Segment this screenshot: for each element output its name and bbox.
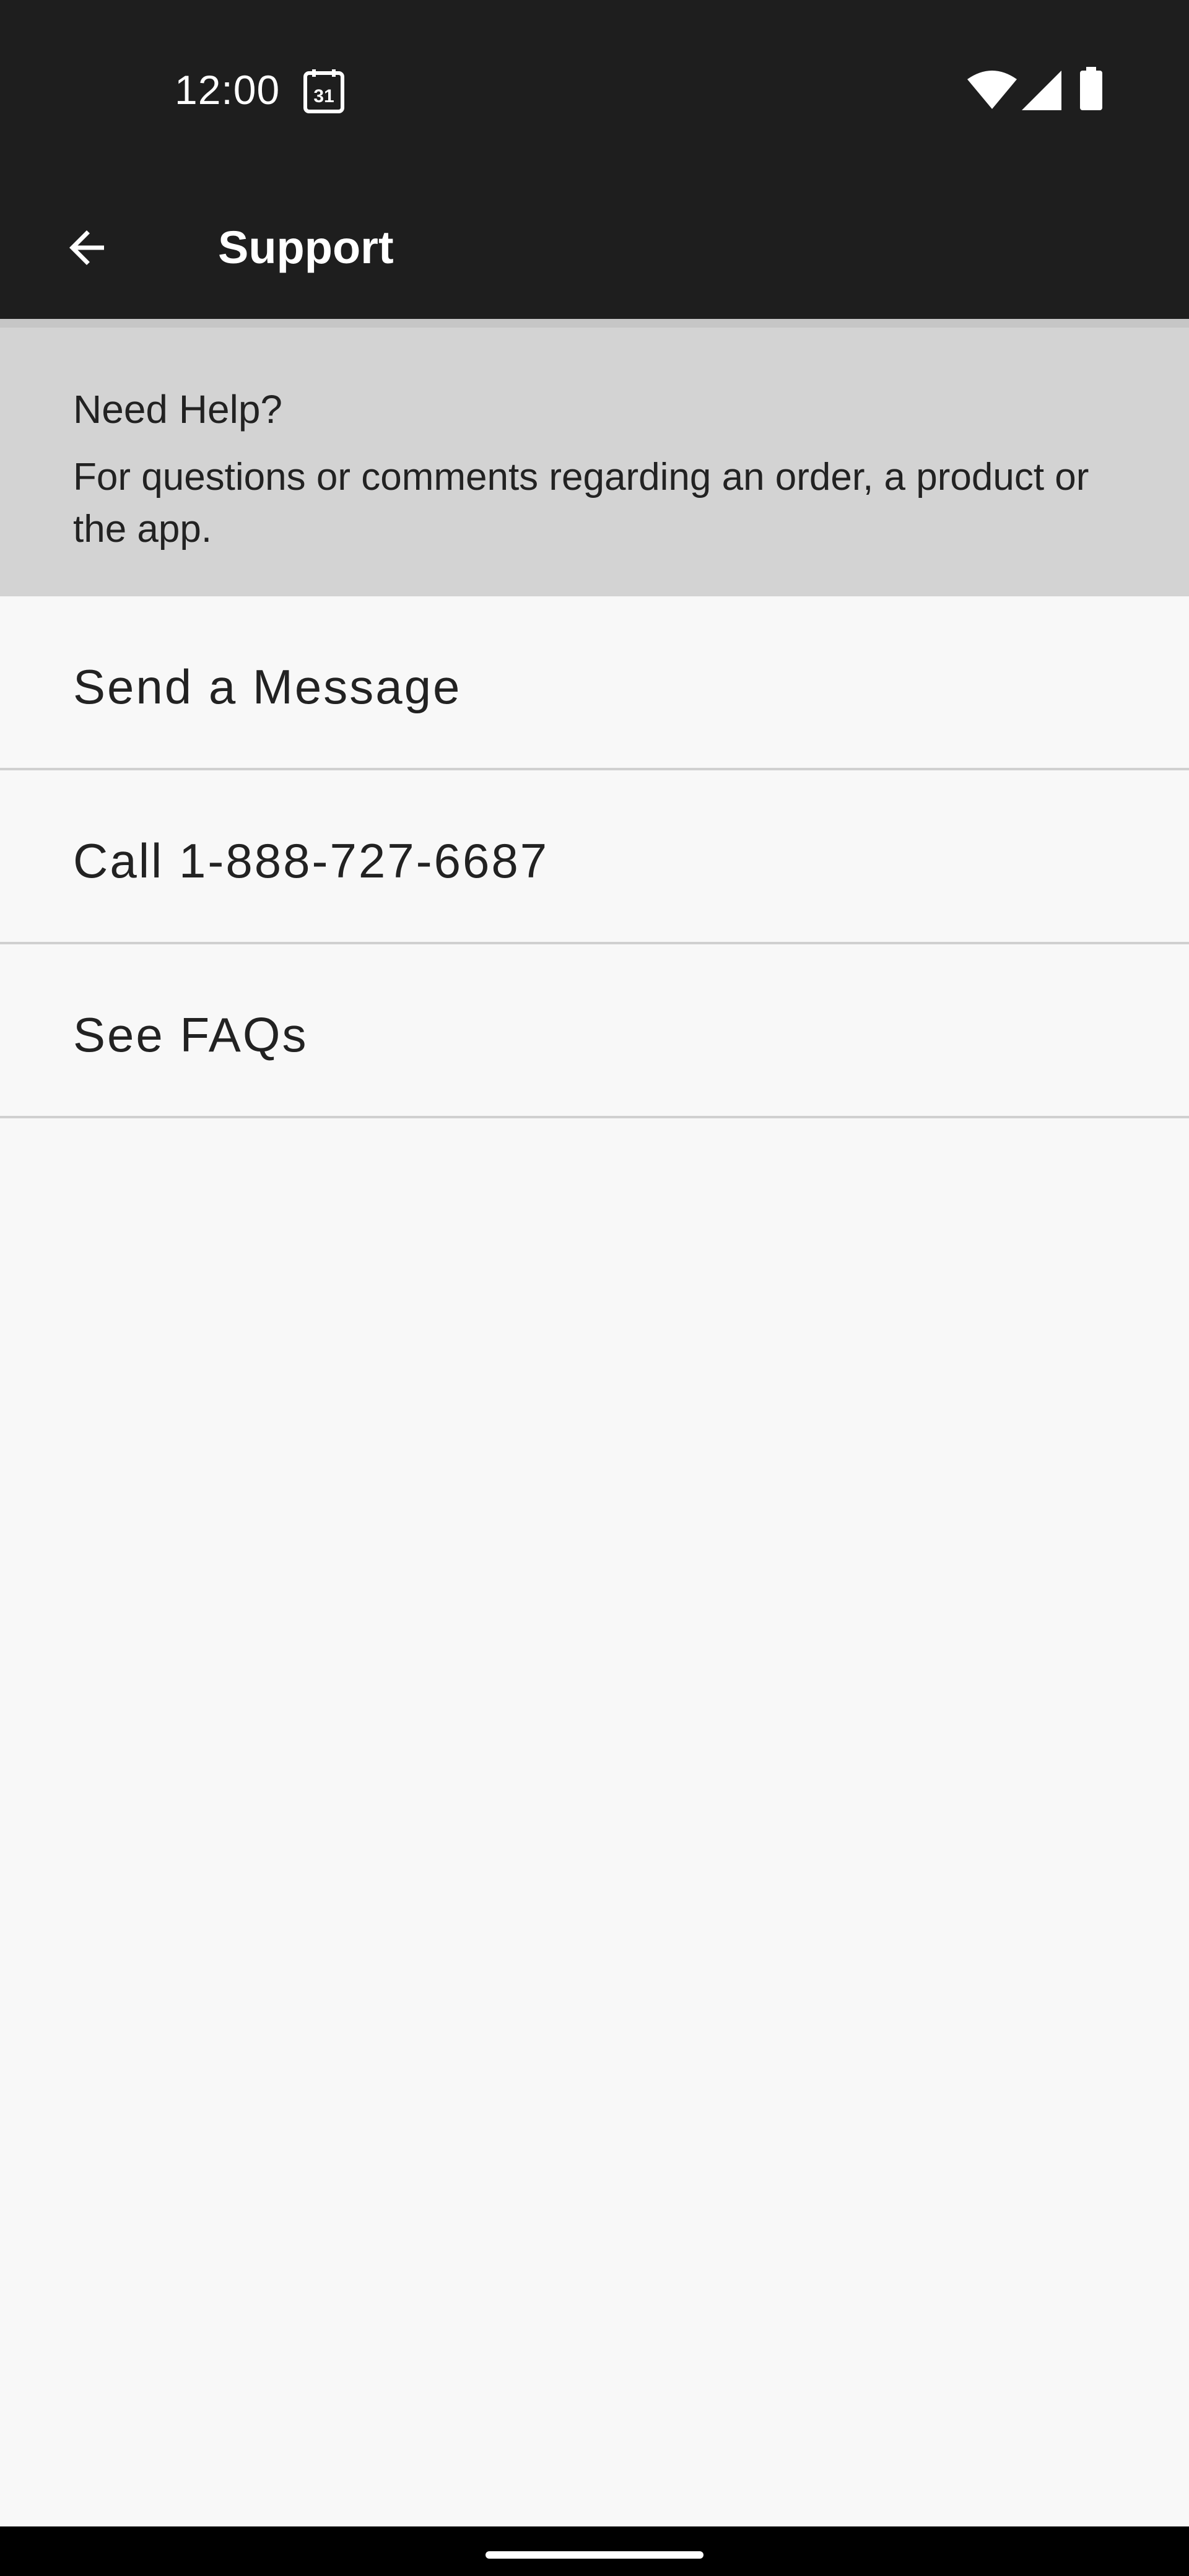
see-faqs-item[interactable]: See FAQs (0, 944, 1189, 1118)
help-title: Need Help? (73, 387, 282, 432)
help-description: For questions or comments regarding an o… (73, 456, 1089, 550)
back-button[interactable] (43, 204, 130, 291)
calendar-icon: 31 (303, 69, 344, 113)
call-support-item[interactable]: Call 1-888-727-6687 (0, 770, 1189, 944)
wifi-icon (967, 71, 1017, 109)
see-faqs-label: See FAQs (73, 1007, 308, 1062)
send-message-item[interactable]: Send a Message (0, 596, 1189, 770)
page-title: Support (218, 222, 394, 273)
signal-icon (1022, 71, 1061, 110)
calendar-day: 31 (313, 86, 334, 107)
support-options-list: Send a Message Call 1-888-727-6687 See F… (0, 596, 1189, 1118)
app-bar: Support (0, 180, 1189, 319)
call-support-label: Call 1-888-727-6687 (73, 833, 549, 888)
status-bar: 12:00 31 (0, 0, 1189, 180)
arrow-back-icon (69, 230, 104, 265)
home-gesture-handle[interactable] (486, 2551, 703, 2559)
help-banner: Need Help? For questions or comments reg… (0, 319, 1189, 596)
battery-icon (1080, 67, 1102, 110)
status-time: 12:00 (175, 67, 281, 113)
navigation-bar (0, 2526, 1189, 2576)
send-message-label: Send a Message (73, 659, 462, 714)
